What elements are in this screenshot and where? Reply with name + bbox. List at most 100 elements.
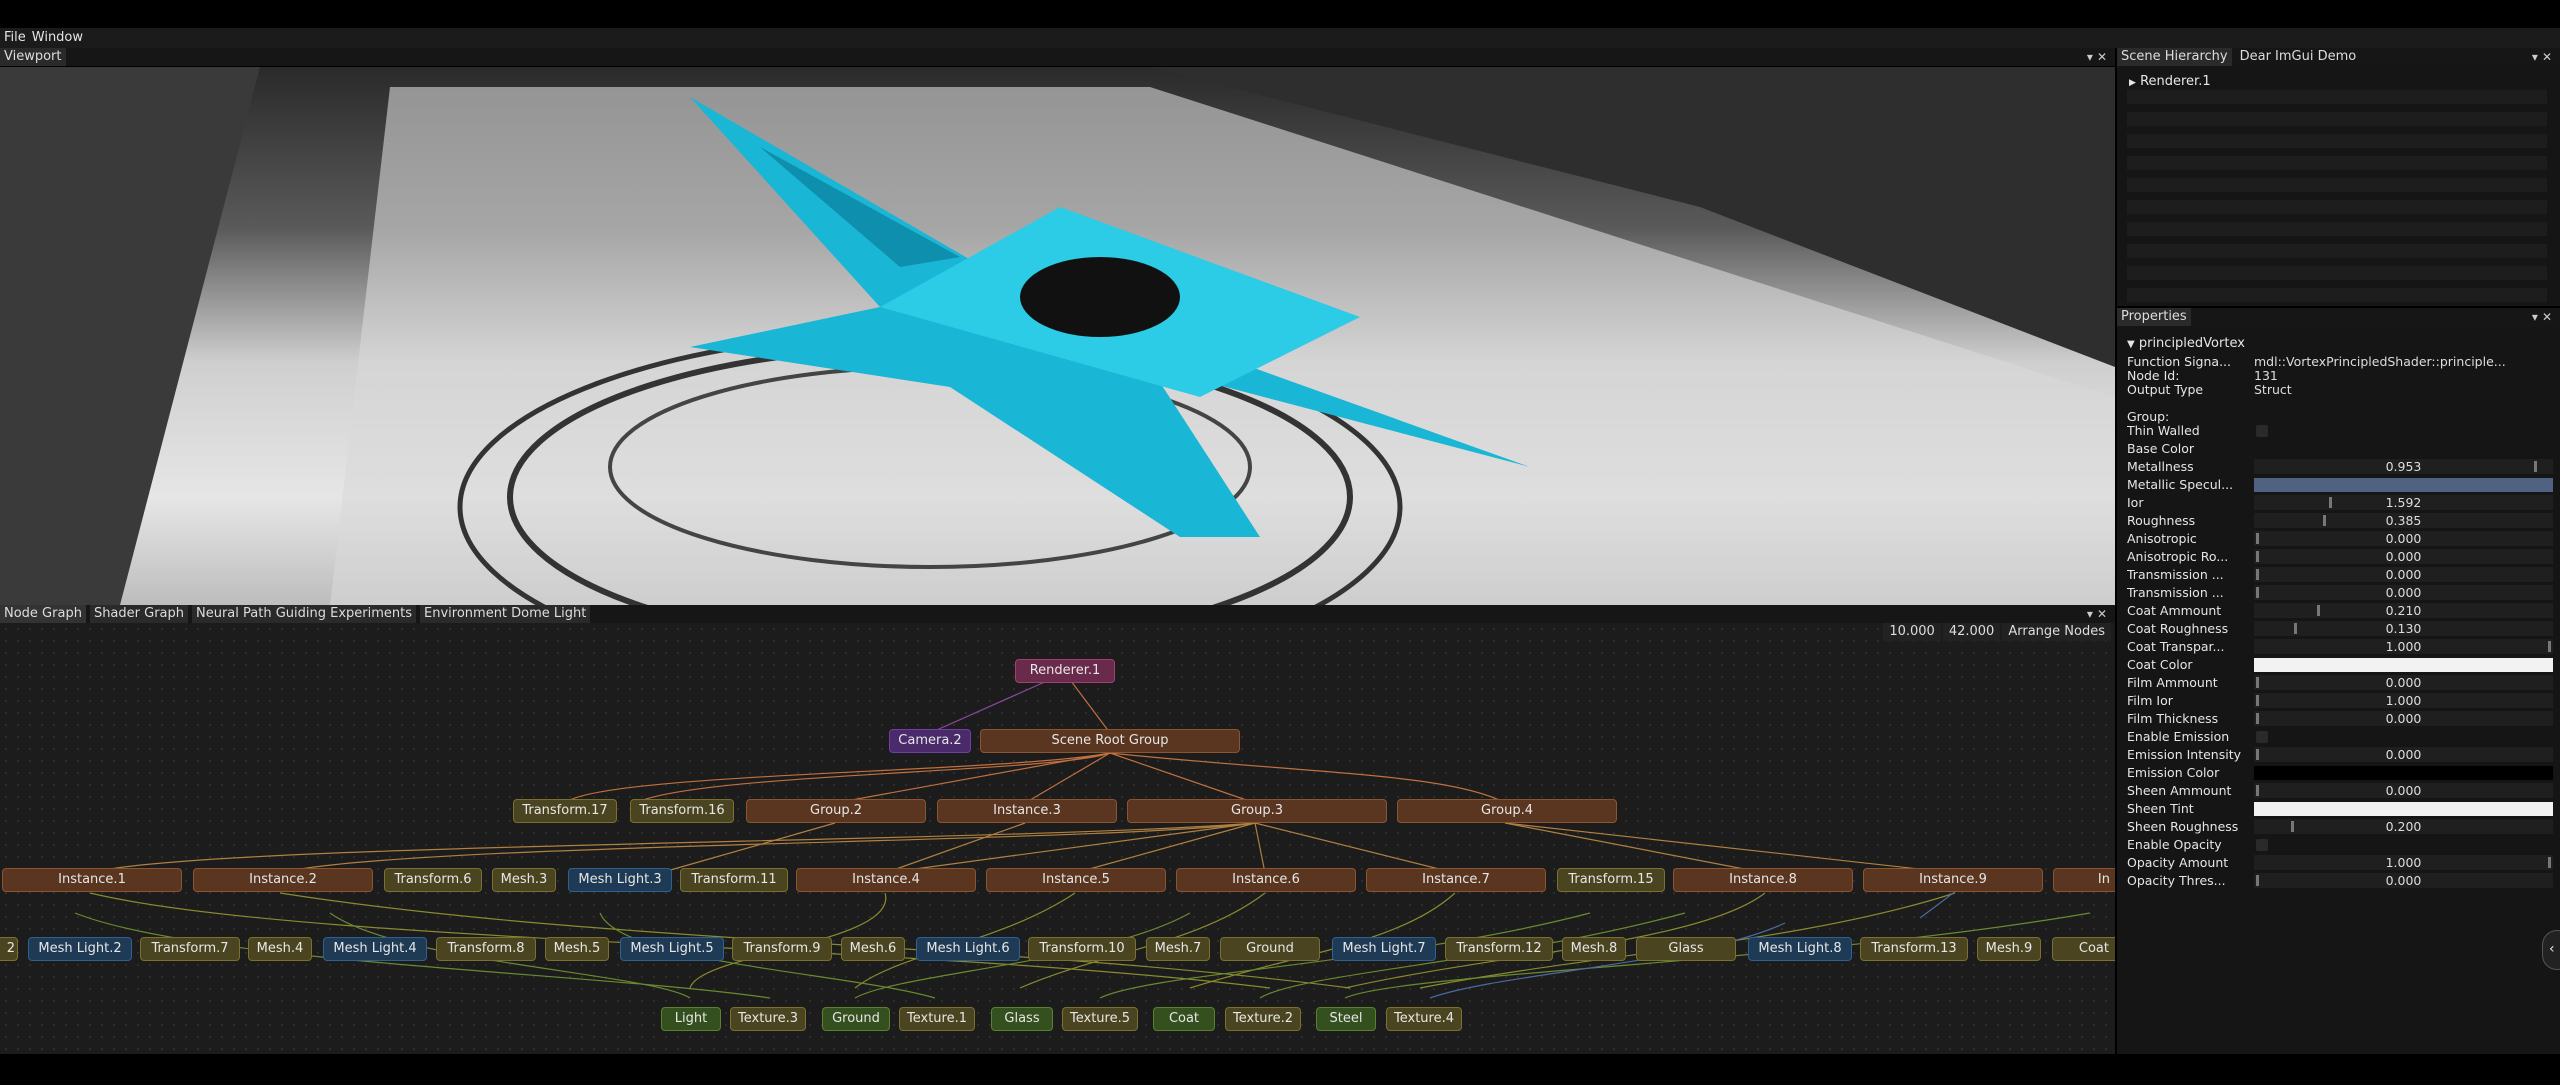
node-instance[interactable]: Instance.6 bbox=[1176, 868, 1356, 892]
prop-slider[interactable]: 0.000 bbox=[2254, 747, 2553, 762]
prop-slider[interactable]: 1.000 bbox=[2254, 855, 2553, 870]
prop-slider[interactable]: 0.000 bbox=[2254, 549, 2553, 564]
tab-viewport[interactable]: Viewport bbox=[0, 48, 66, 66]
node-mesh-light[interactable]: Mesh Light.6 bbox=[916, 937, 1020, 961]
node-instance[interactable]: Instance.2 bbox=[193, 868, 373, 892]
node-transform[interactable]: Transform.17 bbox=[513, 799, 617, 823]
color-swatch[interactable] bbox=[2254, 658, 2553, 672]
prop-slider[interactable]: 1.000 bbox=[2254, 693, 2553, 708]
prop-slider[interactable]: 0.000 bbox=[2254, 783, 2553, 798]
node-group[interactable]: Group.2 bbox=[746, 799, 926, 823]
collapsing-header-shader[interactable]: ▼ principledVortex bbox=[2127, 336, 2245, 351]
node-mesh[interactable]: Mesh.9 bbox=[1977, 937, 2041, 961]
slider-grab[interactable] bbox=[2291, 821, 2295, 832]
prop-slider[interactable]: 0.000 bbox=[2254, 531, 2553, 546]
prop-slider[interactable]: 0.000 bbox=[2254, 675, 2553, 690]
node-instance[interactable]: Instance.8 bbox=[1673, 868, 1853, 892]
node-mesh-light[interactable]: Mesh Light.2 bbox=[28, 937, 132, 961]
node-instance[interactable]: Instance.9 bbox=[1863, 868, 2043, 892]
node-transform[interactable]: Transform.13 bbox=[1860, 937, 1968, 961]
tab-neural-path-guiding[interactable]: Neural Path Guiding Experiments bbox=[192, 605, 417, 623]
node-texture[interactable]: Texture.3 bbox=[730, 1007, 806, 1031]
node-material[interactable]: Steel bbox=[1316, 1007, 1376, 1031]
tab-imgui-demo[interactable]: Dear ImGui Demo bbox=[2236, 48, 2361, 66]
node-partial[interactable]: 2 bbox=[0, 937, 18, 961]
prop-slider[interactable]: 0.210 bbox=[2254, 603, 2553, 618]
slider-grab[interactable] bbox=[2548, 641, 2551, 652]
color-swatch[interactable] bbox=[2254, 802, 2553, 816]
node-texture[interactable]: Texture.1 bbox=[899, 1007, 975, 1031]
color-swatch[interactable] bbox=[2254, 766, 2553, 780]
node-instance[interactable]: Instance.1 bbox=[2, 868, 182, 892]
tab-shader-graph[interactable]: Shader Graph bbox=[89, 605, 188, 623]
tree-arrow-icon[interactable]: ▶ bbox=[2129, 78, 2136, 88]
node-mesh-light[interactable]: Mesh Light.5 bbox=[620, 937, 724, 961]
node-instance[interactable]: Instance.5 bbox=[986, 868, 1166, 892]
node-mesh-light[interactable]: Mesh Light.3 bbox=[568, 868, 672, 892]
node-material[interactable]: Ground bbox=[822, 1007, 890, 1031]
menu-window[interactable]: Window bbox=[32, 30, 83, 45]
node-mesh[interactable]: Mesh.4 bbox=[248, 937, 312, 961]
checkbox[interactable] bbox=[2256, 731, 2268, 743]
node-transform[interactable]: Transform.9 bbox=[732, 937, 832, 961]
node-camera[interactable]: Camera.2 bbox=[889, 729, 971, 753]
node-instance[interactable]: In bbox=[2053, 868, 2115, 892]
collapse-arrow-icon[interactable]: ▼ bbox=[2127, 339, 2135, 350]
prop-slider[interactable]: 0.385 bbox=[2254, 513, 2553, 528]
prop-slider[interactable]: 0.200 bbox=[2254, 819, 2553, 834]
menu-file[interactable]: File bbox=[4, 30, 26, 45]
window-buttons[interactable]: ▾✕ bbox=[2087, 48, 2111, 66]
node-texture[interactable]: Texture.2 bbox=[1225, 1007, 1301, 1031]
slider-grab[interactable] bbox=[2534, 461, 2538, 472]
slider-grab[interactable] bbox=[2256, 587, 2259, 598]
node-mesh-light[interactable]: Mesh Light.4 bbox=[323, 937, 427, 961]
checkbox[interactable] bbox=[2256, 425, 2268, 437]
node-scene-root-group[interactable]: Scene Root Group bbox=[980, 729, 1240, 753]
node-material[interactable]: Glass bbox=[991, 1007, 1053, 1031]
node-instance[interactable]: Instance.4 bbox=[796, 868, 976, 892]
slider-grab[interactable] bbox=[2256, 533, 2259, 544]
color-swatch[interactable] bbox=[2254, 478, 2553, 492]
slider-grab[interactable] bbox=[2323, 515, 2327, 526]
node-transform[interactable]: Transform.8 bbox=[436, 937, 536, 961]
node-mesh[interactable]: Mesh.8 bbox=[1562, 937, 1626, 961]
node-instance[interactable]: Instance.7 bbox=[1366, 868, 1546, 892]
node-transform[interactable]: Transform.16 bbox=[630, 799, 734, 823]
side-collapse-button[interactable]: ‹ bbox=[2542, 930, 2560, 970]
node-texture[interactable]: Texture.4 bbox=[1386, 1007, 1462, 1031]
node-material[interactable]: Light bbox=[661, 1007, 721, 1031]
node-material[interactable]: Coat bbox=[2052, 937, 2115, 961]
slider-grab[interactable] bbox=[2329, 497, 2332, 508]
slider-grab[interactable] bbox=[2317, 605, 2321, 616]
slider-grab[interactable] bbox=[2256, 677, 2259, 688]
node-group[interactable]: Group.3 bbox=[1127, 799, 1387, 823]
slider-grab[interactable] bbox=[2256, 749, 2259, 760]
node-renderer[interactable]: Renderer.1 bbox=[1015, 659, 1115, 683]
slider-grab[interactable] bbox=[2256, 713, 2259, 724]
checkbox[interactable] bbox=[2256, 839, 2268, 851]
node-mesh[interactable]: Mesh.6 bbox=[841, 937, 905, 961]
prop-slider[interactable]: 1.592 bbox=[2254, 495, 2553, 510]
render-viewport[interactable] bbox=[0, 67, 2115, 605]
window-buttons[interactable]: ▾✕ bbox=[2532, 308, 2556, 326]
prop-slider[interactable]: 1.000 bbox=[2254, 639, 2553, 654]
prop-slider[interactable]: 0.000 bbox=[2254, 585, 2553, 600]
node-mesh[interactable]: Mesh.5 bbox=[545, 937, 609, 961]
node-transform[interactable]: Transform.11 bbox=[680, 868, 788, 892]
node-mesh-light[interactable]: Mesh Light.8 bbox=[1748, 937, 1852, 961]
slider-grab[interactable] bbox=[2256, 875, 2259, 886]
prop-slider[interactable]: 0.130 bbox=[2254, 621, 2553, 636]
slider-grab[interactable] bbox=[2256, 551, 2259, 562]
slider-grab[interactable] bbox=[2293, 623, 2297, 634]
tab-properties[interactable]: Properties bbox=[2117, 308, 2191, 326]
node-transform[interactable]: Transform.7 bbox=[140, 937, 240, 961]
node-material[interactable]: Glass bbox=[1636, 937, 1736, 961]
window-buttons[interactable]: ▾✕ bbox=[2532, 48, 2556, 66]
node-material[interactable]: Ground bbox=[1220, 937, 1320, 961]
window-buttons[interactable]: ▾✕ bbox=[2087, 605, 2111, 623]
tab-node-graph[interactable]: Node Graph bbox=[0, 605, 86, 623]
node-mesh[interactable]: Mesh.3 bbox=[492, 868, 556, 892]
prop-slider[interactable]: 0.000 bbox=[2254, 873, 2553, 888]
node-group[interactable]: Group.4 bbox=[1397, 799, 1617, 823]
node-transform[interactable]: Transform.6 bbox=[384, 868, 482, 892]
